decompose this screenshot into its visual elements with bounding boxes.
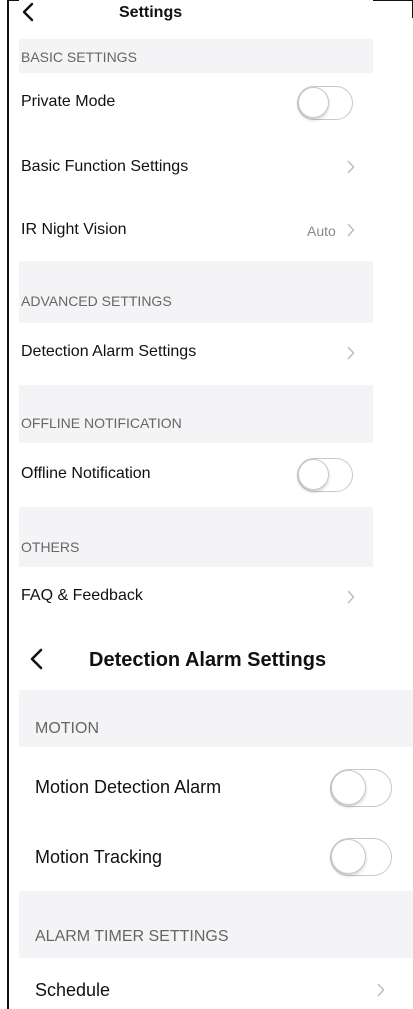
row-label: IR Night Vision bbox=[21, 221, 127, 238]
row-label: Motion Detection Alarm bbox=[35, 777, 222, 797]
toggle-knob bbox=[298, 87, 329, 118]
section-offline-notification: OFFLINE NOTIFICATION bbox=[19, 385, 373, 443]
row-schedule[interactable]: Schedule bbox=[19, 958, 413, 1009]
section-label: ADVANCED SETTINGS bbox=[21, 293, 172, 309]
row-label: Basic Function Settings bbox=[21, 158, 189, 175]
section-alarm-timer-settings: ALARM TIMER SETTINGS bbox=[19, 891, 413, 958]
row-label: Offline Notification bbox=[21, 465, 151, 482]
toggle-knob bbox=[331, 839, 366, 874]
row-label: Schedule bbox=[35, 980, 111, 1000]
row-ir-night-vision[interactable]: IR Night Vision Auto bbox=[19, 199, 373, 261]
section-basic-settings: BASIC SETTINGS bbox=[19, 39, 373, 73]
section-others: OTHERS bbox=[19, 507, 373, 567]
row-motion-tracking[interactable]: Motion Tracking bbox=[19, 828, 413, 891]
back-chevron-icon[interactable] bbox=[29, 647, 43, 671]
motion-tracking-toggle[interactable] bbox=[330, 838, 392, 876]
section-label: OFFLINE NOTIFICATION bbox=[21, 415, 182, 431]
ir-night-vision-value: Auto bbox=[307, 223, 336, 239]
row-offline-notification[interactable]: Offline Notification bbox=[19, 443, 373, 507]
chevron-right-icon bbox=[347, 346, 355, 360]
row-label: Motion Tracking bbox=[35, 847, 163, 867]
settings-header: Settings bbox=[19, 0, 373, 30]
row-basic-function-settings[interactable]: Basic Function Settings bbox=[19, 133, 373, 199]
row-detection-alarm-settings[interactable]: Detection Alarm Settings bbox=[19, 323, 373, 385]
section-advanced-settings: ADVANCED SETTINGS bbox=[19, 261, 373, 323]
chevron-right-icon bbox=[347, 590, 355, 604]
row-label: FAQ & Feedback bbox=[21, 587, 143, 604]
toggle-knob bbox=[298, 459, 329, 490]
section-label: ALARM TIMER SETTINGS bbox=[35, 928, 229, 945]
section-motion: MOTION bbox=[19, 690, 413, 747]
section-label: OTHERS bbox=[21, 539, 80, 555]
back-chevron-icon[interactable] bbox=[21, 2, 35, 22]
settings-screen: Settings BASIC SETTINGS Private Mode Bas… bbox=[19, 0, 373, 625]
row-label: Private Mode bbox=[21, 93, 116, 110]
row-private-mode[interactable]: Private Mode bbox=[19, 73, 373, 133]
chevron-right-icon bbox=[347, 223, 355, 237]
section-label: MOTION bbox=[35, 720, 99, 737]
motion-detection-toggle[interactable] bbox=[330, 769, 392, 807]
frame-left-border bbox=[7, 0, 9, 1009]
section-label: BASIC SETTINGS bbox=[21, 49, 137, 65]
offline-notification-toggle[interactable] bbox=[297, 458, 353, 492]
chevron-right-icon bbox=[347, 160, 355, 174]
page-title: Settings bbox=[119, 4, 183, 21]
detection-alarm-header: Detection Alarm Settings bbox=[19, 625, 413, 690]
row-label: Detection Alarm Settings bbox=[21, 343, 197, 360]
row-faq-feedback[interactable]: FAQ & Feedback bbox=[19, 567, 373, 625]
chevron-right-icon bbox=[377, 983, 385, 997]
private-mode-toggle[interactable] bbox=[297, 86, 353, 120]
page-title: Detection Alarm Settings bbox=[89, 649, 327, 671]
toggle-knob bbox=[331, 770, 366, 805]
row-motion-detection-alarm[interactable]: Motion Detection Alarm bbox=[19, 747, 413, 828]
detection-alarm-screen: Detection Alarm Settings MOTION Motion D… bbox=[19, 625, 413, 1009]
frame-corner bbox=[398, 0, 413, 18]
